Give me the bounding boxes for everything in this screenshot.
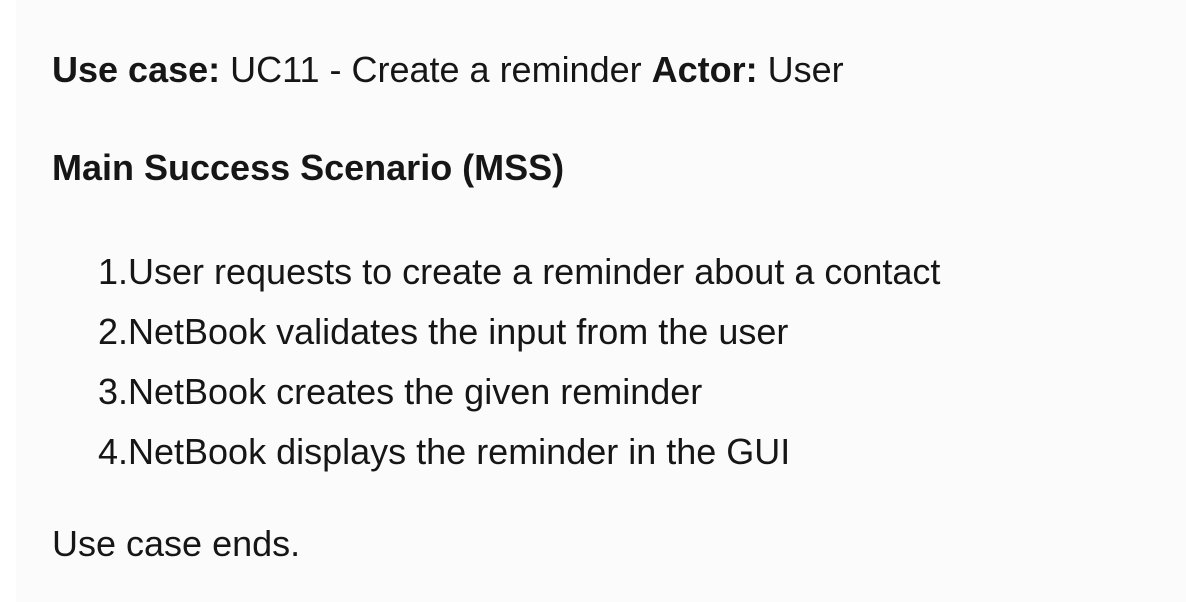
list-item: 1. User requests to create a reminder ab… — [52, 242, 940, 302]
step-text: NetBook creates the given reminder — [128, 371, 703, 412]
list-item: 2. NetBook validates the input from the … — [52, 302, 940, 362]
use-case-line: Use case: UC11 - Create a reminder Actor… — [52, 49, 844, 91]
step-number: 3. — [97, 371, 128, 412]
use-case-label: Use case: — [52, 49, 221, 90]
step-text: NetBook validates the input from the use… — [128, 311, 789, 352]
use-case-ending: Use case ends. — [52, 523, 301, 564]
actor-label: Actor: — [651, 49, 758, 90]
step-text: NetBook displays the reminder in the GUI — [128, 431, 791, 472]
use-case-value: UC11 - Create a reminder — [220, 49, 652, 90]
document-page: Use case: UC11 - Create a reminder Actor… — [16, 0, 1186, 602]
step-text: User requests to create a reminder about… — [128, 251, 941, 292]
list-item: 3. NetBook creates the given reminder — [52, 362, 940, 422]
step-number: 2. — [97, 311, 128, 352]
step-number: 1. — [97, 251, 128, 292]
list-item: 4. NetBook displays the reminder in the … — [52, 422, 940, 482]
mss-heading: Main Success Scenario (MSS) — [52, 147, 565, 188]
mss-step-list: 1. User requests to create a reminder ab… — [52, 242, 940, 482]
actor-value: User — [757, 49, 844, 90]
step-number: 4. — [97, 431, 128, 472]
